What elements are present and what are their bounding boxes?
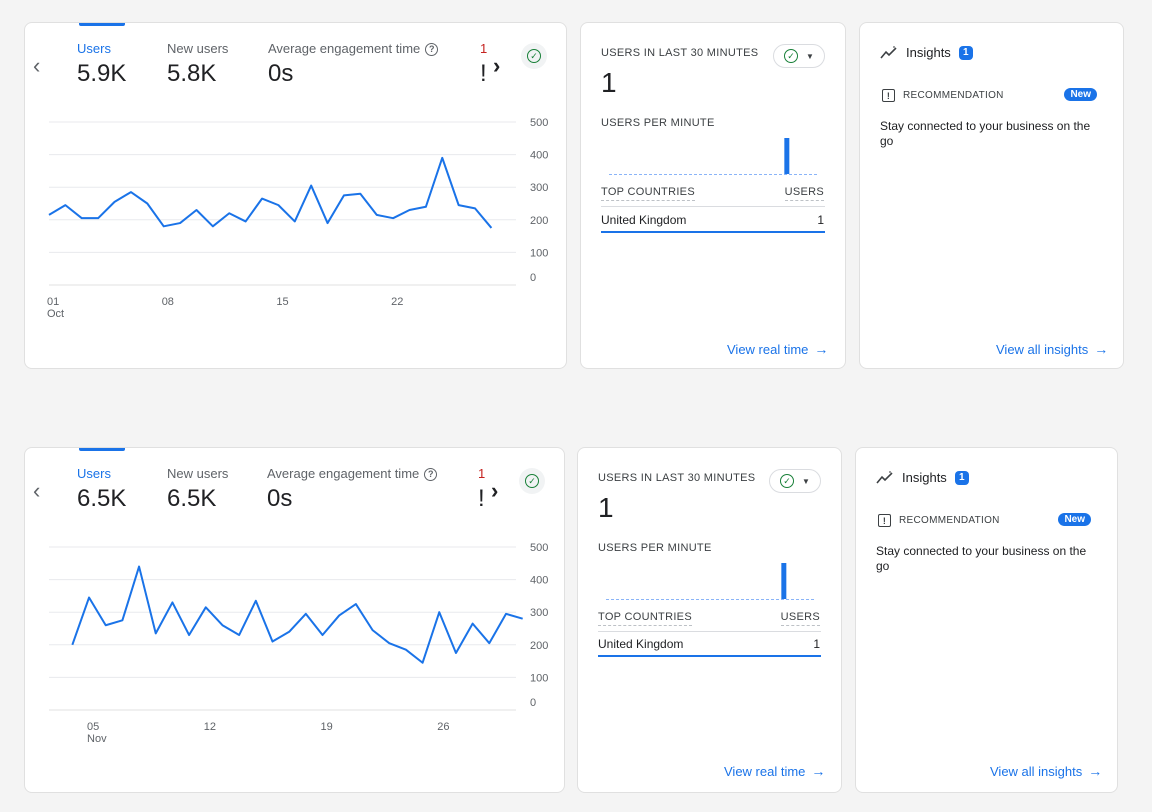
view-all-insights-link[interactable]: View all insights →	[996, 341, 1108, 357]
arrow-right-icon: →	[814, 341, 829, 357]
insights-card: Insights 1 ! RECOMMENDATION New Stay con…	[859, 22, 1124, 369]
insights-trend-icon	[880, 45, 897, 59]
recommendation-label: RECOMMENDATION	[903, 90, 1004, 101]
recommendation-row: ! RECOMMENDATION	[878, 514, 1000, 527]
users-line-chart: 500 400 300 200 100 0 01Oct 08 15 22	[47, 117, 548, 320]
realtime-card: USERS IN LAST 30 MINUTES ✓ ▼ 1 USERS PER…	[577, 447, 842, 793]
y-tick-label: 300	[530, 182, 548, 194]
y-tick-label: 200	[530, 640, 548, 652]
realtime-card: USERS IN LAST 30 MINUTES ✓ ▼ 1 USERS PER…	[580, 22, 846, 369]
y-tick-label: 100	[530, 672, 548, 684]
report-panel-october: ‹ Users 5.9K New users 5.8K Average enga…	[0, 0, 1152, 388]
recommendation-icon: !	[878, 514, 891, 527]
x-tick-label: 26	[437, 721, 449, 733]
country-name: United Kingdom	[598, 637, 684, 651]
per-minute-bar	[781, 563, 787, 599]
y-tick-label: 500	[530, 117, 548, 129]
per-minute-bar	[784, 138, 790, 174]
x-tick-label: 22	[391, 296, 403, 308]
table-bottom-rule	[601, 231, 825, 233]
table-bottom-rule	[598, 655, 821, 657]
y-tick-label: 500	[530, 542, 548, 554]
users-chart-card: ‹ Users 6.5K New users 6.5K Average enga…	[24, 447, 565, 793]
insights-trend-icon	[876, 470, 893, 484]
new-badge: New	[1058, 513, 1091, 526]
x-tick-label: 08	[162, 296, 174, 308]
insights-card: Insights 1 ! RECOMMENDATION New Stay con…	[855, 447, 1118, 793]
users-column-header[interactable]: USERS	[784, 186, 824, 201]
users-series-line	[48, 156, 493, 229]
country-users: 1	[813, 637, 820, 651]
y-tick-label: 0	[530, 697, 536, 709]
x-tick-label: 05	[87, 721, 99, 733]
insights-header[interactable]: Insights 1	[880, 45, 973, 60]
view-all-insights-link[interactable]: View all insights →	[990, 763, 1102, 779]
insight-text[interactable]: Stay connected to your business on the g…	[880, 119, 1105, 149]
insights-title: Insights	[906, 45, 951, 60]
users-series-line	[71, 565, 523, 664]
insights-count-badge: 1	[954, 470, 969, 485]
users-column-header[interactable]: USERS	[780, 611, 820, 626]
new-badge: New	[1064, 88, 1097, 101]
recommendation-label: RECOMMENDATION	[899, 515, 1000, 526]
arrow-right-icon: →	[1094, 341, 1109, 357]
view-real-time-link[interactable]: View real time →	[724, 763, 825, 779]
x-tick-sublabel: Nov	[87, 733, 107, 745]
arrow-right-icon: →	[1088, 763, 1103, 779]
recommendation-icon: !	[882, 89, 895, 102]
insight-text[interactable]: Stay connected to your business on the g…	[876, 544, 1101, 574]
y-tick-label: 100	[530, 247, 548, 259]
x-tick-label: 15	[276, 296, 288, 308]
country-name: United Kingdom	[601, 213, 687, 227]
insights-count-badge: 1	[958, 45, 973, 60]
report-panel-november: ‹ Users 6.5K New users 6.5K Average enga…	[0, 425, 1152, 812]
x-tick-label: 01	[47, 296, 59, 308]
table-divider	[601, 206, 825, 207]
country-users: 1	[817, 213, 824, 227]
arrow-right-icon: →	[811, 763, 826, 779]
y-tick-label: 200	[530, 215, 548, 227]
y-tick-label: 0	[530, 272, 536, 284]
insights-title: Insights	[902, 470, 947, 485]
y-tick-label: 400	[530, 575, 548, 587]
top-countries-header[interactable]: TOP COUNTRIES	[601, 186, 695, 201]
y-tick-label: 300	[530, 607, 548, 619]
insights-header[interactable]: Insights 1	[876, 470, 969, 485]
users-chart-card: ‹ Users 5.9K New users 5.8K Average enga…	[24, 22, 567, 369]
x-tick-label: 19	[321, 721, 333, 733]
y-tick-label: 400	[530, 150, 548, 162]
users-line-chart: 500 400 300 200 100 0 05Nov 12 19 26	[49, 542, 548, 745]
view-real-time-link[interactable]: View real time →	[727, 341, 828, 357]
table-divider	[598, 631, 821, 632]
x-tick-label: 12	[204, 721, 216, 733]
x-tick-sublabel: Oct	[47, 308, 64, 320]
recommendation-row: ! RECOMMENDATION	[882, 89, 1004, 102]
top-countries-header[interactable]: TOP COUNTRIES	[598, 611, 692, 626]
